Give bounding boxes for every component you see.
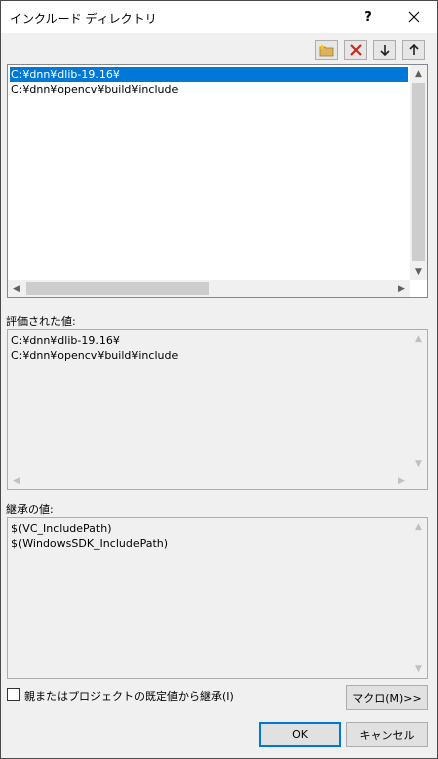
- directory-list[interactable]: C:¥dnn¥dlib-19.16¥ C:¥dnn¥opencv¥build¥i…: [7, 64, 428, 298]
- scroll-down-icon: ▼: [415, 663, 422, 674]
- vertical-scrollbar: ▲ ▼: [410, 518, 427, 678]
- ok-button[interactable]: OK: [259, 722, 341, 747]
- scroll-down-icon: ▼: [415, 458, 422, 469]
- horizontal-scrollbar: ◀ ▶: [8, 472, 410, 489]
- scroll-up-icon[interactable]: ▲: [410, 65, 427, 82]
- window-title: インクルード ディレクトリ: [10, 12, 157, 26]
- new-line-button[interactable]: [315, 40, 338, 60]
- list-item: C:¥dnn¥opencv¥build¥include: [11, 349, 179, 362]
- evaluated-value-box: C:¥dnn¥dlib-19.16¥ C:¥dnn¥opencv¥build¥i…: [7, 329, 428, 490]
- list-item[interactable]: C:¥dnn¥dlib-19.16¥: [10, 67, 408, 82]
- scroll-up-icon: ▲: [415, 521, 422, 532]
- include-directories-dialog: インクルード ディレクトリ ? C:¥dnn¥dlib-19.16¥ C:¥dn…: [0, 0, 438, 759]
- scroll-right-icon: ▶: [398, 475, 405, 486]
- scroll-thumb[interactable]: [412, 83, 425, 261]
- arrow-down-icon: [379, 45, 390, 56]
- vertical-scrollbar[interactable]: ▲ ▼: [410, 65, 427, 280]
- scroll-up-icon: ▲: [415, 333, 422, 344]
- scroll-left-icon: ◀: [13, 475, 20, 486]
- inherited-label: 継承の値:: [6, 503, 54, 516]
- inherited-value-box: $(VC_IncludePath) $(WindowsSDK_IncludePa…: [7, 517, 428, 679]
- macro-button[interactable]: マクロ(M)>>: [346, 685, 428, 710]
- evaluated-label: 評価された値:: [6, 315, 76, 328]
- arrow-up-icon: [408, 44, 419, 55]
- delete-x-icon: [349, 44, 362, 56]
- cancel-button[interactable]: キャンセル: [346, 722, 428, 747]
- new-folder-icon: [318, 44, 333, 57]
- close-icon: [408, 11, 420, 23]
- vertical-scrollbar: ▲ ▼: [410, 330, 427, 472]
- close-button[interactable]: [391, 1, 437, 33]
- help-button[interactable]: ?: [345, 1, 391, 33]
- scroll-thumb[interactable]: [26, 282, 209, 295]
- scroll-right-icon[interactable]: ▶: [393, 280, 410, 297]
- delete-line-button[interactable]: [344, 40, 367, 60]
- list-item: $(VC_IncludePath): [11, 522, 112, 535]
- title-bar: インクルード ディレクトリ ?: [1, 1, 437, 33]
- scroll-left-icon[interactable]: ◀: [8, 280, 25, 297]
- inherit-checkbox-label[interactable]: 親またはプロジェクトの既定値から継承(I): [24, 688, 234, 704]
- horizontal-scrollbar[interactable]: ◀ ▶: [8, 280, 410, 297]
- move-down-button[interactable]: [373, 40, 396, 60]
- move-up-button[interactable]: [402, 40, 425, 60]
- scroll-down-icon[interactable]: ▼: [410, 263, 427, 280]
- list-item[interactable]: C:¥dnn¥opencv¥build¥include: [10, 82, 178, 97]
- inherit-checkbox[interactable]: [7, 688, 20, 701]
- list-item: $(WindowsSDK_IncludePath): [11, 537, 169, 550]
- list-item: C:¥dnn¥dlib-19.16¥: [11, 334, 120, 347]
